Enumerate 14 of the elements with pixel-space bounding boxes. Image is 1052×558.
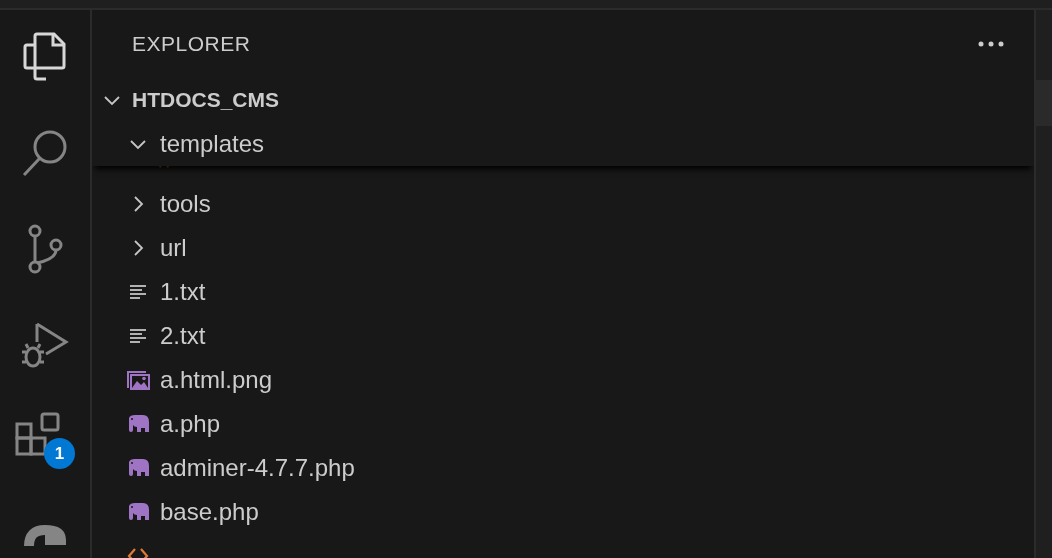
notification-badge: 1 [44,438,75,469]
explorer-title: EXPLORER [132,32,251,56]
play-bug-icon[interactable] [20,320,70,370]
search-icon[interactable] [21,128,69,178]
more-icon[interactable] [978,41,1004,47]
folder-item[interactable]: templates [92,122,1034,166]
image-file-icon [126,370,150,390]
elephant-icon [126,502,150,522]
elephant-icon [126,414,150,434]
workspace-folder[interactable]: HTDOCS_CMS [92,78,1034,122]
explorer-icon[interactable] [22,32,68,82]
text-file-icon [129,328,147,344]
text-file-icon [129,284,147,300]
elephant-icon [126,458,150,478]
